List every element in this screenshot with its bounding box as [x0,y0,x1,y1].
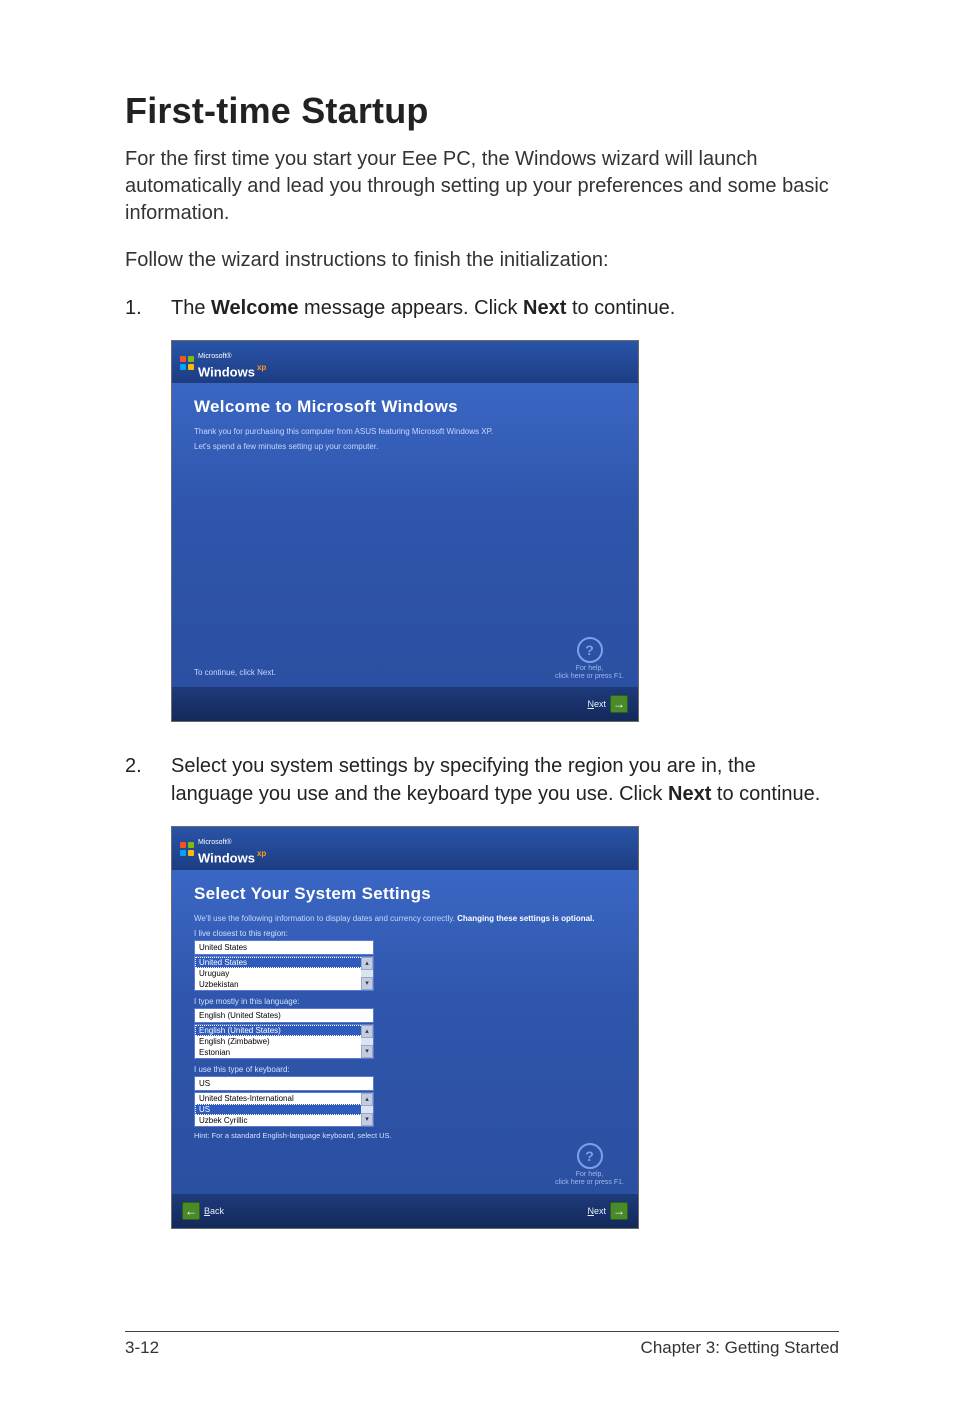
wizard-line-2: Let's spend a few minutes setting up you… [194,442,620,451]
wizard-heading: Select Your System Settings [194,884,620,904]
scroll-down-icon[interactable]: ▾ [361,977,373,990]
keyboard-label: I use this type of keyboard: [194,1065,620,1074]
help-icon: ? [577,637,603,663]
back-button[interactable]: ← Back [182,1202,224,1220]
brand-windows: Windows [198,851,255,866]
step-1-number: 1. [125,294,171,322]
arrow-left-icon: ← [182,1202,200,1220]
intro-text: For the first time you start your Eee PC… [125,146,839,227]
follow-text: Follow the wizard instructions to finish… [125,247,839,274]
screenshot-system-settings: Microsoft® Windowsxp Select Your System … [171,826,639,1228]
help-icon: ? [577,1143,603,1169]
step-2-text: Select you system settings by specifying… [171,752,839,808]
page-title: First-time Startup [125,90,839,132]
help-chip[interactable]: ? For help, click here or press F1. [555,637,624,682]
help-text-2: click here or press F1. [555,1179,624,1187]
scroll-up-icon[interactable]: ▴ [361,1025,373,1038]
arrow-right-icon: → [610,695,628,713]
step-2-number: 2. [125,752,171,808]
help-text-1: For help, [555,665,624,673]
keyboard-select[interactable]: US [194,1076,374,1091]
step-1: 1. The Welcome message appears. Click Ne… [125,294,839,322]
help-text-1: For help, [555,1171,624,1179]
list-item[interactable]: US [195,1104,373,1115]
scroll-up-icon[interactable]: ▴ [361,957,373,970]
scroll-up-icon[interactable]: ▴ [361,1093,373,1106]
scroll-down-icon[interactable]: ▾ [361,1045,373,1058]
titlebar: Microsoft® Windowsxp [172,341,638,383]
windows-logo-icon [180,356,194,370]
scroll-down-icon[interactable]: ▾ [361,1113,373,1126]
region-select[interactable]: United States [194,940,374,955]
step-1-text: The Welcome message appears. Click Next … [171,294,839,322]
brand-windows: Windows [198,364,255,379]
list-item[interactable]: English (Zimbabwe) [195,1036,373,1047]
wizard-sub: We'll use the following information to d… [194,914,620,923]
brand-xp: xp [257,849,266,858]
wizard-heading: Welcome to Microsoft Windows [194,397,620,417]
page-footer: 3-12 Chapter 3: Getting Started [125,1331,839,1358]
list-item[interactable]: United States-International [195,1093,373,1104]
scrollbar[interactable]: ▴ ▾ [361,957,373,990]
brand-xp: xp [257,363,266,372]
brand-label: Microsoft® [198,353,232,360]
language-listbox[interactable]: English (United States) English (Zimbabw… [194,1024,374,1059]
footer-page-number: 3-12 [125,1338,159,1358]
scrollbar[interactable]: ▴ ▾ [361,1093,373,1126]
footer-chapter: Chapter 3: Getting Started [641,1338,839,1358]
region-label: I live closest to this region: [194,929,620,938]
titlebar: Microsoft® Windowsxp [172,827,638,869]
help-chip[interactable]: ? For help, click here or press F1. [555,1143,624,1188]
language-select[interactable]: English (United States) [194,1008,374,1023]
help-text-2: click here or press F1. [555,673,624,681]
screenshot-welcome: Microsoft® Windowsxp Welcome to Microsof… [171,340,639,722]
scrollbar[interactable]: ▴ ▾ [361,1025,373,1058]
keyboard-hint: Hint: For a standard English-language ke… [194,1131,620,1140]
list-item[interactable]: United States [195,957,373,968]
list-item[interactable]: Uzbek Cyrillic [195,1115,373,1126]
keyboard-listbox[interactable]: United States-International US Uzbek Cyr… [194,1092,374,1127]
step-2: 2. Select you system settings by specify… [125,752,839,808]
list-item[interactable]: Uzbekistan [195,979,373,990]
list-item[interactable]: Estonian [195,1047,373,1058]
brand-label: Microsoft® [198,839,232,846]
list-item[interactable]: English (United States) [195,1025,373,1036]
windows-logo-icon [180,842,194,856]
language-label: I type mostly in this language: [194,997,620,1006]
wizard-line-1: Thank you for purchasing this computer f… [194,427,620,436]
region-listbox[interactable]: United States Uruguay Uzbekistan ▴ ▾ [194,956,374,991]
continue-hint: To continue, click Next. [194,668,276,677]
list-item[interactable]: Uruguay [195,968,373,979]
next-button[interactable]: Next → [587,1202,628,1220]
next-button[interactable]: Next → [587,695,628,713]
arrow-right-icon: → [610,1202,628,1220]
